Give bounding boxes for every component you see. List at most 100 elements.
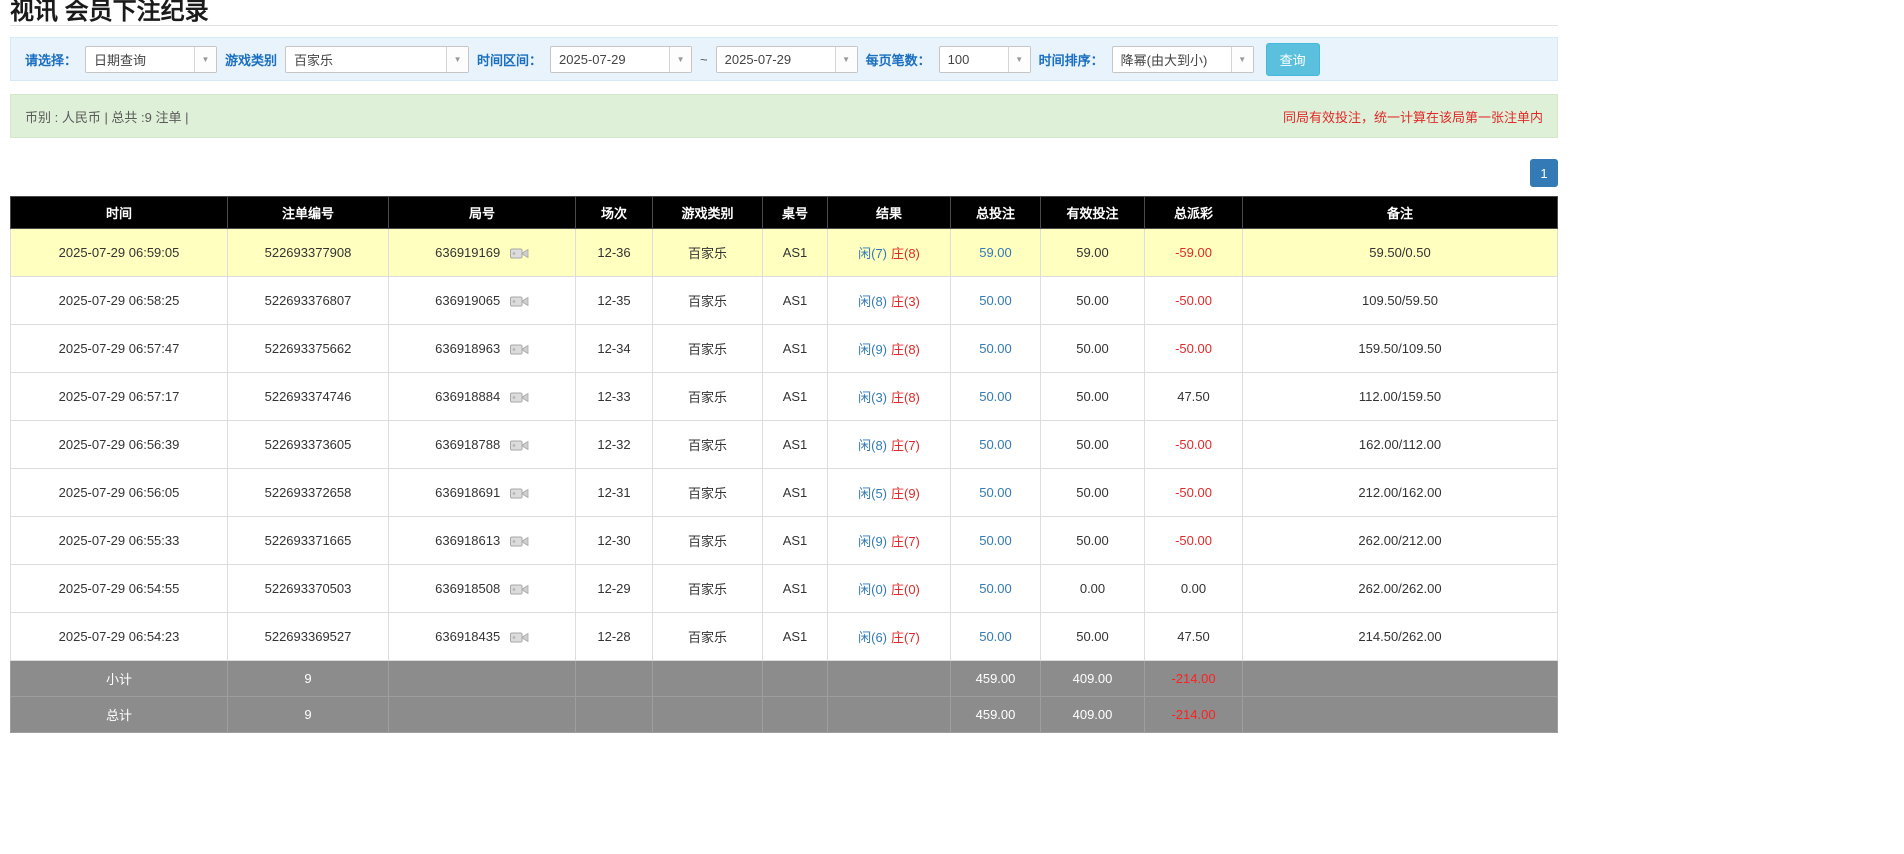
cell-total-bet-link[interactable]: 50.00 — [950, 468, 1041, 517]
col-total-bet: 总投注 — [950, 196, 1041, 229]
cell-time: 2025-07-29 06:55:33 — [10, 516, 228, 565]
sort-input[interactable] — [1112, 46, 1231, 72]
cell-session: 12-28 — [575, 612, 653, 661]
chevron-down-icon[interactable]: ▼ — [194, 46, 217, 72]
video-icon[interactable] — [509, 534, 529, 549]
total-valid-bet: 409.00 — [1040, 696, 1145, 733]
result-banker: 庄(7) — [891, 630, 920, 645]
cell-total-bet-link[interactable]: 50.00 — [950, 420, 1041, 469]
cell-round: 636919065 — [388, 276, 576, 325]
cell-bet-id: 522693375662 — [227, 324, 389, 373]
chevron-down-icon[interactable]: ▼ — [1230, 46, 1253, 72]
game-type-input[interactable] — [286, 46, 447, 72]
table-row: 2025-07-29 06:59:05 522693377908 6369191… — [10, 228, 1558, 277]
cell-result: 闲(8) 庄(3) — [827, 276, 951, 325]
cell-payout: 47.50 — [1144, 372, 1243, 421]
chevron-down-icon[interactable]: ▼ — [446, 46, 469, 72]
col-time: 时间 — [10, 196, 228, 229]
search-button[interactable]: 查询 — [1265, 42, 1320, 76]
cell-round: 636918691 — [388, 468, 576, 517]
chevron-down-icon[interactable]: ▼ — [1007, 46, 1030, 72]
cell-game-type: 百家乐 — [652, 420, 763, 469]
video-icon[interactable] — [509, 486, 529, 501]
cell-game-type: 百家乐 — [652, 228, 763, 277]
cell-note: 112.00/159.50 — [1242, 372, 1558, 421]
empty-cell — [652, 660, 763, 697]
chevron-down-icon[interactable]: ▼ — [834, 46, 857, 72]
cell-note: 162.00/112.00 — [1242, 420, 1558, 469]
cell-total-bet-link[interactable]: 50.00 — [950, 516, 1041, 565]
cell-bet-id: 522693370503 — [227, 564, 389, 613]
round-id: 636918884 — [435, 389, 501, 405]
video-icon[interactable] — [509, 294, 529, 309]
game-type-dropdown[interactable]: ▼ — [285, 45, 470, 73]
date-to-input[interactable] — [716, 46, 835, 72]
cell-valid-bet: 50.00 — [1040, 276, 1145, 325]
table-row: 2025-07-29 06:54:23 522693369527 6369184… — [10, 612, 1558, 661]
cell-game-type: 百家乐 — [652, 276, 763, 325]
time-range-label: 时间区间： — [477, 52, 543, 68]
empty-cell — [827, 660, 951, 697]
empty-cell — [1242, 696, 1558, 733]
summary-bar: 币别 : 人民币 | 总共 :9 注单 | 同局有效投注，统一计算在该局第一张注… — [10, 94, 1558, 138]
cell-table: AS1 — [762, 228, 828, 277]
video-icon[interactable] — [509, 438, 529, 453]
date-from-picker[interactable]: ▼ — [550, 45, 693, 73]
cell-total-bet-link[interactable]: 50.00 — [950, 612, 1041, 661]
select-label: 请选择： — [25, 52, 78, 68]
cell-payout: -50.00 — [1144, 468, 1243, 517]
cell-session: 12-35 — [575, 276, 653, 325]
empty-cell — [1242, 660, 1558, 697]
cell-bet-id: 522693377908 — [227, 228, 389, 277]
video-icon[interactable] — [509, 390, 529, 405]
page-1-button[interactable]: 1 — [1530, 159, 1558, 187]
cell-total-bet-link[interactable]: 50.00 — [950, 276, 1041, 325]
cell-round: 636918963 — [388, 324, 576, 373]
col-result: 结果 — [827, 196, 951, 229]
query-type-input[interactable] — [86, 46, 195, 72]
chevron-down-icon[interactable]: ▼ — [669, 46, 692, 72]
result-player: 闲(9) — [858, 342, 887, 357]
total-payout: -214.00 — [1144, 696, 1243, 733]
cell-valid-bet: 50.00 — [1040, 324, 1145, 373]
cell-valid-bet: 50.00 — [1040, 372, 1145, 421]
cell-bet-id: 522693376807 — [227, 276, 389, 325]
sort-dropdown[interactable]: ▼ — [1111, 45, 1254, 73]
date-from-input[interactable] — [551, 46, 670, 72]
result-player: 闲(3) — [858, 390, 887, 405]
cell-payout: 47.50 — [1144, 612, 1243, 661]
page-title: 视讯 会员下注纪录 — [10, 0, 209, 25]
video-icon[interactable] — [509, 342, 529, 357]
video-icon[interactable] — [509, 630, 529, 645]
page-size-dropdown[interactable]: ▼ — [938, 45, 1031, 73]
cell-result: 闲(0) 庄(0) — [827, 564, 951, 613]
table-row: 2025-07-29 06:55:33 522693371665 6369186… — [10, 516, 1558, 565]
total-count: 9 — [227, 696, 389, 733]
cell-total-bet-link[interactable]: 59.00 — [950, 228, 1041, 277]
date-to-picker[interactable]: ▼ — [715, 45, 858, 73]
cell-round: 636918435 — [388, 612, 576, 661]
cell-session: 12-36 — [575, 228, 653, 277]
cell-result: 闲(7) 庄(8) — [827, 228, 951, 277]
round-id: 636919169 — [435, 245, 501, 261]
summary-currency-count: 币别 : 人民币 | 总共 :9 注单 | — [25, 109, 189, 125]
video-icon[interactable] — [509, 246, 529, 261]
cell-total-bet-link[interactable]: 50.00 — [950, 564, 1041, 613]
cell-note: 262.00/212.00 — [1242, 516, 1558, 565]
cell-total-bet-link[interactable]: 50.00 — [950, 324, 1041, 373]
result-banker: 庄(9) — [891, 486, 920, 501]
round-id: 636918788 — [435, 437, 501, 453]
round-id: 636918508 — [435, 581, 501, 597]
video-icon[interactable] — [509, 582, 529, 597]
cell-total-bet-link[interactable]: 50.00 — [950, 372, 1041, 421]
total-label: 总计 — [10, 696, 228, 733]
page-size-input[interactable] — [939, 46, 1008, 72]
round-id: 636918691 — [435, 485, 501, 501]
subtotal-valid-bet: 409.00 — [1040, 660, 1145, 697]
empty-cell — [575, 660, 653, 697]
cell-time: 2025-07-29 06:58:25 — [10, 276, 228, 325]
col-game-type: 游戏类别 — [652, 196, 763, 229]
query-type-dropdown[interactable]: ▼ — [85, 45, 218, 73]
cell-game-type: 百家乐 — [652, 468, 763, 517]
cell-session: 12-30 — [575, 516, 653, 565]
